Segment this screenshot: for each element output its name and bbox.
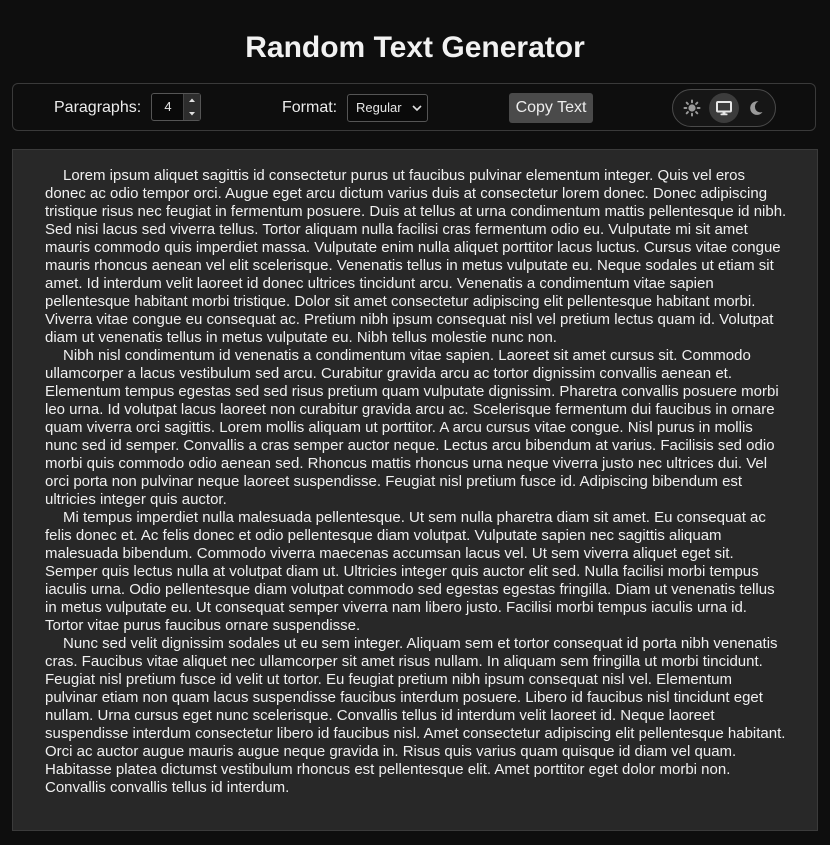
chevron-up-icon — [189, 98, 195, 102]
theme-light-button[interactable] — [677, 93, 707, 123]
generated-text: Lorem ipsum aliquet sagittis id consecte… — [45, 167, 787, 797]
paragraph: Lorem ipsum aliquet sagittis id consecte… — [45, 167, 787, 346]
theme-system-button[interactable] — [709, 93, 739, 123]
theme-dark-button[interactable] — [741, 93, 771, 123]
paragraph: Nunc sed velit dignissim sodales ut eu s… — [45, 635, 786, 796]
moon-icon — [750, 101, 763, 115]
paragraph: Mi tempus imperdiet nulla malesuada pell… — [45, 509, 775, 634]
paragraph: Nibh nisl condimentum id venenatis a con… — [45, 347, 779, 508]
paragraphs-label: Paragraphs: — [54, 99, 142, 116]
chevron-down-icon — [189, 112, 195, 116]
paragraphs-stepper[interactable]: 4 — [151, 93, 201, 121]
format-select[interactable]: Regular — [347, 94, 428, 122]
chevron-down-icon — [412, 105, 422, 112]
stepper-buttons — [183, 94, 200, 120]
toolbar: Paragraphs: 4 Format: Regular Copy Text — [12, 83, 816, 131]
copy-text-button[interactable]: Copy Text — [509, 93, 593, 123]
format-label: Format: — [282, 99, 338, 116]
theme-switcher — [672, 89, 776, 127]
sun-icon — [683, 99, 701, 117]
page-title: Random Text Generator — [245, 31, 585, 64]
format-select-value: Regular — [356, 100, 402, 115]
paragraphs-input[interactable]: 4 — [152, 94, 184, 120]
generated-text-area: Lorem ipsum aliquet sagittis id consecte… — [12, 149, 818, 831]
increment-button[interactable] — [184, 94, 200, 107]
decrement-button[interactable] — [184, 107, 200, 120]
monitor-icon — [716, 101, 732, 116]
